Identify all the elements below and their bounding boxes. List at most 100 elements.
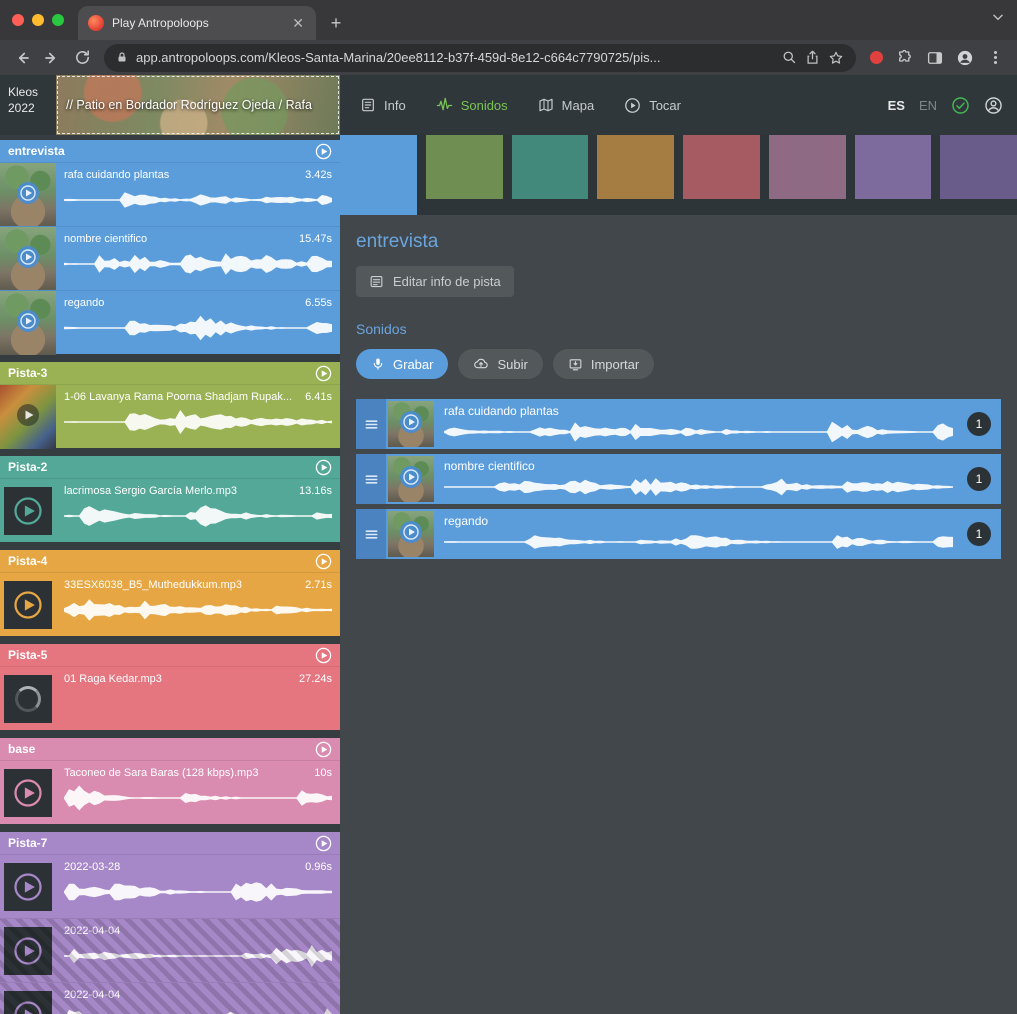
track-7: Pista-7 2022-03-280.96s 2022-04-042022-04-… — [0, 832, 340, 1014]
play-overlay-icon[interactable] — [399, 465, 423, 494]
track-swatch-3[interactable] — [512, 135, 589, 199]
forward-button[interactable] — [38, 44, 66, 72]
clip[interactable]: 1-06 Lavanya Rama Poorna Shadjam Rupak..… — [0, 384, 340, 448]
track-header[interactable]: Pista-5 — [0, 644, 340, 666]
browser-menu-kebab-icon[interactable] — [981, 44, 1009, 72]
plant-photo — [388, 511, 434, 557]
clip-body: nombre cientifico15.47s — [56, 227, 340, 290]
profile-avatar-icon[interactable] — [951, 44, 979, 72]
extensions-puzzle-icon[interactable] — [891, 44, 919, 72]
clip-play-thumb[interactable] — [4, 927, 52, 975]
clip-meta: 2022-03-280.96s — [64, 861, 332, 873]
track-swatch-5[interactable] — [683, 135, 760, 199]
clip-play-thumb[interactable] — [4, 581, 52, 629]
drag-handle-icon[interactable] — [356, 454, 386, 504]
minimize-window-button[interactable] — [32, 14, 44, 26]
play-overlay-icon[interactable] — [16, 309, 40, 338]
clip[interactable]: lacrimosa Sergio García Merlo.mp313.16s — [0, 478, 340, 542]
track-header[interactable]: Pista-4 — [0, 550, 340, 572]
sound-row[interactable]: regando1 — [356, 509, 1001, 559]
clip-name: rafa cuidando plantas — [64, 169, 169, 181]
browser-tab[interactable]: Play Antropoloops ✕ — [78, 6, 316, 40]
clip-play-thumb[interactable] — [4, 991, 52, 1014]
lang-en[interactable]: EN — [919, 98, 937, 113]
clip-body: regando6.55s — [56, 291, 340, 354]
share-icon[interactable] — [805, 50, 820, 65]
record-button[interactable]: Grabar — [356, 349, 448, 379]
nav-sonidos[interactable]: Sonidos — [436, 97, 508, 114]
track-swatch-1[interactable] — [340, 135, 417, 215]
play-overlay-icon[interactable] — [16, 181, 40, 210]
import-button[interactable]: Importar — [553, 349, 654, 379]
edit-track-info-button[interactable]: Editar info de pista — [356, 266, 514, 297]
tab-close-icon[interactable]: ✕ — [290, 15, 306, 32]
clip[interactable]: Taconeo de Sara Baras (128 kbps).mp310s — [0, 760, 340, 824]
new-tab-button[interactable]: + — [322, 9, 350, 37]
track-play-icon[interactable] — [315, 459, 332, 476]
track-header[interactable]: base — [0, 738, 340, 760]
clip[interactable]: 2022-04-04 — [0, 918, 340, 982]
track-play-icon[interactable] — [315, 365, 332, 382]
track-play-icon[interactable] — [315, 835, 332, 852]
form-icon — [369, 274, 384, 289]
play-overlay-icon[interactable] — [16, 403, 40, 432]
track-swatch-2[interactable] — [426, 135, 503, 199]
clip[interactable]: regando6.55s — [0, 290, 340, 354]
tab-search-chevron-icon[interactable] — [991, 10, 1005, 29]
track-header[interactable]: entrevista — [0, 140, 340, 162]
track-4: Pista-433ESX6038_B5_Muthedukkum.mp32.71s — [0, 550, 340, 636]
drag-handle-icon[interactable] — [356, 509, 386, 559]
account-icon[interactable] — [984, 96, 1003, 115]
reload-button[interactable] — [68, 44, 96, 72]
track-cover-photo[interactable]: // Patio en Bordador Rodríguez Ojeda / R… — [56, 75, 340, 135]
track-play-icon[interactable] — [315, 143, 332, 160]
clip[interactable]: 01 Raga Kedar.mp327.24s — [0, 666, 340, 730]
antropoloops-favicon-icon — [88, 15, 104, 31]
drag-handle-icon[interactable] — [356, 399, 386, 449]
play-overlay-icon[interactable] — [399, 520, 423, 549]
clip-thumbnail — [0, 227, 56, 291]
track-name: Pista-2 — [8, 460, 47, 474]
sound-row[interactable]: rafa cuidando plantas1 — [356, 399, 1001, 449]
track-header[interactable]: Pista-3 — [0, 362, 340, 384]
track-play-icon[interactable] — [315, 553, 332, 570]
track-swatch-6[interactable] — [769, 135, 846, 199]
clip[interactable]: 2022-03-280.96s — [0, 854, 340, 918]
back-button[interactable] — [8, 44, 36, 72]
zoom-window-button[interactable] — [52, 14, 64, 26]
clip-play-thumb[interactable] — [4, 769, 52, 817]
clip[interactable]: 33ESX6038_B5_Muthedukkum.mp32.71s — [0, 572, 340, 636]
sound-waveform — [444, 530, 953, 554]
clip[interactable]: rafa cuidando plantas3.42s — [0, 162, 340, 226]
sync-check-icon[interactable] — [951, 96, 970, 115]
recording-extension-icon[interactable] — [870, 51, 883, 64]
sound-row[interactable]: nombre cientifico1 — [356, 454, 1001, 504]
close-window-button[interactable] — [12, 14, 24, 26]
track-swatch-4[interactable] — [597, 135, 674, 199]
clip-waveform — [64, 783, 332, 813]
play-overlay-icon[interactable] — [16, 245, 40, 274]
clip-play-thumb[interactable] — [4, 487, 52, 535]
lang-es[interactable]: ES — [888, 98, 905, 113]
nav-tocar[interactable]: Tocar — [624, 97, 681, 114]
play-overlay-icon[interactable] — [399, 410, 423, 439]
bookmark-star-icon[interactable] — [828, 50, 844, 66]
address-bar[interactable]: app.antropoloops.com/Kleos-Santa-Marina/… — [104, 44, 856, 72]
track-header[interactable]: Pista-7 — [0, 832, 340, 854]
loading-thumb — [4, 675, 52, 723]
nav-mapa[interactable]: Mapa — [538, 97, 595, 113]
clip-duration: 0.96s — [305, 861, 332, 873]
upload-button[interactable]: Subir — [458, 349, 542, 379]
clip-thumbnail — [0, 667, 56, 731]
side-panel-icon[interactable] — [921, 44, 949, 72]
clip-play-thumb[interactable] — [4, 863, 52, 911]
track-swatch-7[interactable] — [855, 135, 932, 199]
track-play-icon[interactable] — [315, 647, 332, 664]
zoom-icon[interactable] — [782, 50, 797, 65]
clip[interactable]: 2022-04-04 — [0, 982, 340, 1014]
nav-info[interactable]: Info — [360, 97, 406, 113]
track-swatch-8[interactable] — [940, 135, 1017, 199]
track-play-icon[interactable] — [315, 741, 332, 758]
track-header[interactable]: Pista-2 — [0, 456, 340, 478]
clip[interactable]: nombre cientifico15.47s — [0, 226, 340, 290]
